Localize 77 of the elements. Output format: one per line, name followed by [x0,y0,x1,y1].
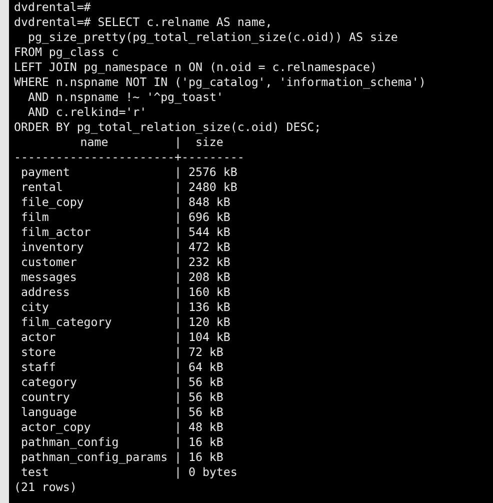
table-cell-text: customer [20,255,78,270]
query-line: AND c.relkind='r' [26,105,148,120]
query-line: pg_size_pretty(pg_total_relation_size(c.oid)) AS size [26,30,399,45]
prompt-line: dvdrental=# [14,0,92,15]
table-cell-text: 56 kB [187,390,224,405]
table-cell-text: 72 kB [187,345,224,360]
table-cell-text: address [20,285,71,300]
column-separator: | [174,345,182,360]
table-cell-text: 56 kB [187,375,224,390]
table-cell-text: test [20,465,50,480]
table-cell-text: pathman_config [20,435,120,450]
column-separator: | [174,255,182,270]
table-cell-text: 160 kB [187,285,230,300]
table-cell-text: actor_copy [20,420,92,435]
table-cell-text: actor [20,330,57,345]
table-cell-text: rental [20,180,64,195]
table-cell-text: 104 kB [187,330,230,345]
table-cell-text: 16 kB [187,435,224,450]
header-rule: -----------------------+--------- [14,150,246,165]
column-separator: | [174,360,182,375]
table-cell-text: language [20,405,78,420]
column-header: name [79,135,110,150]
table-cell-text: film_category [20,315,113,330]
table-cell-text: 136 kB [187,300,230,315]
table-cell-text: file_copy [20,195,85,210]
table-cell-text: category [20,375,78,390]
column-separator: | [174,285,182,300]
column-separator: | [174,300,182,315]
table-cell-text: film [20,210,50,225]
query-line: LEFT JOIN pg_namespace n ON (n.oid = c.relnamespace) [14,60,378,75]
column-separator: | [174,135,182,150]
column-separator: | [174,210,182,225]
table-cell-text: staff [20,360,57,375]
table-cell-text: 208 kB [187,270,230,285]
column-separator: | [174,195,182,210]
column-separator: | [174,390,182,405]
table-cell-text: 48 kB [187,420,224,435]
column-separator: | [174,375,182,390]
table-cell-text: 848 kB [187,195,230,210]
table-cell-text: pathman_config_params [20,450,169,465]
table-cell-text: store [20,345,57,360]
table-cell-text: 544 kB [187,225,230,240]
row-count: (21 rows) [14,480,78,495]
column-separator: | [174,465,182,480]
table-cell-text: payment [20,165,71,180]
column-separator: | [174,405,182,420]
table-cell-text: 16 kB [187,450,224,465]
table-cell-text: country [20,390,71,405]
column-separator: | [174,420,182,435]
column-separator: | [174,315,182,330]
query-line: WHERE n.nspname NOT IN ('pg_catalog', 'information_schema') [14,75,427,90]
table-cell-text: 64 kB [187,360,224,375]
table-cell-text: film_actor [20,225,92,240]
column-separator: | [174,225,182,240]
table-cell-text: messages [20,270,78,285]
column-separator: | [174,165,182,180]
column-separator: | [174,435,182,450]
table-cell-text: inventory [20,240,85,255]
table-cell-text: 2480 kB [187,180,238,195]
column-separator: | [174,240,182,255]
query-line: dvdrental=# SELECT c.relname AS name, [14,15,274,30]
query-line: FROM pg_class c [14,45,120,60]
table-cell-text: 696 kB [187,210,230,225]
column-separator: | [174,180,182,195]
table-cell-text: 56 kB [187,405,224,420]
table-cell-text: 2576 kB [187,165,238,180]
column-header: size [194,135,224,150]
query-line: AND n.nspname !~ '^pg_toast' [26,90,224,105]
table-cell-text: 472 kB [187,240,230,255]
column-separator: | [174,270,182,285]
query-line: ORDER BY pg_total_relation_size(c.oid) DESC; [14,120,322,135]
table-cell-text: 0 bytes [187,465,238,480]
table-cell-text: 120 kB [187,315,230,330]
table-cell-text: 232 kB [187,255,230,270]
table-cell-text: city [20,300,50,315]
column-separator: | [174,330,182,345]
column-separator: | [174,450,182,465]
